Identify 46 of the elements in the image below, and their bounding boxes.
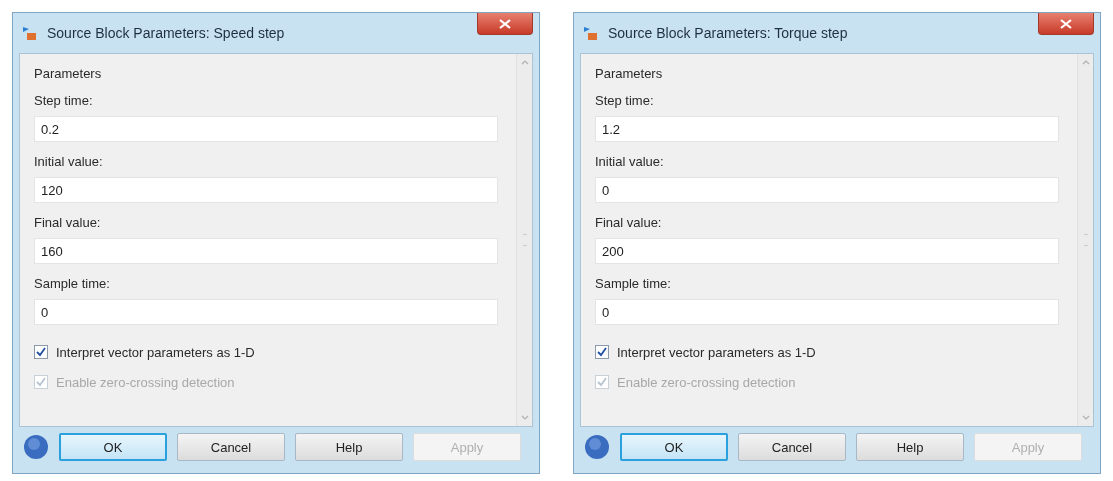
input-field[interactable]: 0 bbox=[595, 177, 1059, 203]
scroll-down-icon[interactable] bbox=[520, 415, 529, 420]
dialog-button[interactable]: Cancel bbox=[738, 433, 846, 461]
dialog-button[interactable]: OK bbox=[620, 433, 728, 461]
checkbox-label: Enable zero-crossing detection bbox=[617, 374, 796, 390]
scroll-up-icon[interactable] bbox=[520, 60, 529, 65]
dialog-button[interactable]: OK bbox=[59, 433, 167, 461]
scroll-up-icon[interactable] bbox=[1081, 60, 1090, 65]
input-field[interactable]: 0 bbox=[34, 299, 498, 325]
help-icon[interactable] bbox=[23, 434, 49, 460]
checkbox[interactable] bbox=[595, 345, 609, 359]
parameter-label: Initial value: bbox=[595, 154, 665, 169]
parameter-label: Final value: bbox=[34, 215, 102, 230]
input-field[interactable]: 200 bbox=[595, 238, 1059, 264]
checkbox-label: Interpret vector parameters as 1-D bbox=[617, 344, 816, 360]
help-icon[interactable] bbox=[584, 434, 610, 460]
dialog-button[interactable]: Cancel bbox=[177, 433, 285, 461]
scrollbar[interactable] bbox=[1077, 54, 1093, 426]
window-title: Source Block Parameters: Speed step bbox=[47, 25, 286, 41]
dialog-button[interactable]: Help bbox=[856, 433, 964, 461]
window-title: Source Block Parameters: Torque step bbox=[608, 25, 849, 41]
parameter-label: Initial value: bbox=[34, 154, 104, 169]
checkbox-label: Enable zero-crossing detection bbox=[56, 374, 235, 390]
input-field[interactable]: 0 bbox=[595, 299, 1059, 325]
app-icon bbox=[582, 24, 600, 42]
input-field[interactable]: 0.2 bbox=[34, 116, 498, 142]
parameter-label: Step time: bbox=[595, 93, 655, 108]
app-icon bbox=[21, 24, 39, 42]
parameter-label: Final value: bbox=[595, 215, 663, 230]
close-button[interactable] bbox=[477, 13, 533, 35]
dialog-button[interactable]: Help bbox=[295, 433, 403, 461]
checkbox[interactable] bbox=[34, 345, 48, 359]
close-icon bbox=[498, 18, 512, 29]
close-button[interactable] bbox=[1038, 13, 1094, 35]
parameter-label: Step time: bbox=[34, 93, 94, 108]
checkbox-label: Interpret vector parameters as 1-D bbox=[56, 344, 255, 360]
section-title: Parameters bbox=[34, 66, 103, 81]
input-field[interactable]: 160 bbox=[34, 238, 498, 264]
scrollbar[interactable] bbox=[516, 54, 532, 426]
input-field[interactable]: 1.2 bbox=[595, 116, 1059, 142]
parameter-label: Sample time: bbox=[595, 276, 672, 291]
parameter-label: Sample time: bbox=[34, 276, 111, 291]
input-field[interactable]: 120 bbox=[34, 177, 498, 203]
section-title: Parameters bbox=[595, 66, 664, 81]
close-icon bbox=[1059, 18, 1073, 29]
scroll-down-icon[interactable] bbox=[1081, 415, 1090, 420]
